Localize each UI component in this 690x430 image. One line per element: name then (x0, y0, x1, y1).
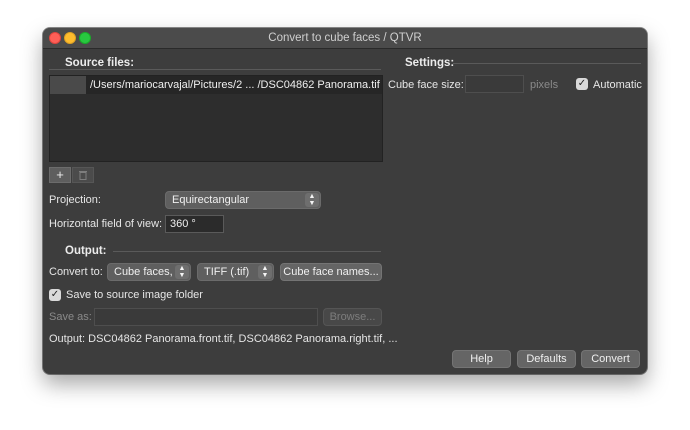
output-divider (113, 251, 381, 252)
settings-title: Settings: (405, 57, 455, 69)
settings-divider (453, 63, 641, 64)
automatic-label: Automatic (593, 79, 642, 91)
convert-type-select[interactable]: Cube faces, ▲ ▼ (107, 263, 191, 281)
convert-button[interactable]: Convert (581, 350, 640, 368)
convert-dialog-window: Convert to cube faces / QTVR Source file… (43, 28, 647, 374)
automatic-checkbox[interactable]: ✓ (576, 78, 588, 90)
save-to-source-label: Save to source image folder (66, 289, 203, 301)
cube-face-size-label: Cube face size: (388, 79, 464, 91)
output-summary: Output: DSC04862 Panorama.front.tif, DSC… (49, 333, 398, 345)
source-divider (49, 69, 381, 70)
defaults-button[interactable]: Defaults (517, 350, 576, 368)
remove-file-button[interactable] (72, 167, 94, 183)
zoom-window-button[interactable] (79, 32, 91, 44)
trash-icon (79, 171, 87, 180)
file-format-select[interactable]: TIFF (.tif) ▲ ▼ (197, 263, 274, 281)
hfov-input[interactable]: 360 ° (165, 215, 224, 233)
pixels-unit-label: pixels (530, 79, 559, 91)
projection-select[interactable]: Equirectangular ▲ ▼ (165, 191, 321, 209)
browse-button[interactable]: Browse... (323, 308, 382, 326)
minimize-window-button[interactable] (64, 32, 76, 44)
chevron-up-down-icon: ▲ ▼ (175, 265, 189, 279)
projection-label: Projection: (49, 194, 101, 206)
convert-type-value: Cube faces, (114, 266, 173, 278)
cube-face-size-input[interactable] (465, 75, 524, 93)
file-thumbnail (50, 76, 86, 94)
add-file-button[interactable]: + (49, 167, 71, 183)
output-title: Output: (65, 245, 107, 257)
source-file-list[interactable]: /Users/mariocarvajal/Pictures/2 ... /DSC… (49, 75, 383, 162)
title-bar: Convert to cube faces / QTVR (43, 28, 647, 49)
save-as-input[interactable] (94, 308, 318, 326)
cube-face-names-button[interactable]: Cube face names... (280, 263, 382, 281)
file-format-value: TIFF (.tif) (204, 266, 250, 278)
chevron-up-down-icon: ▲ ▼ (305, 193, 319, 207)
source-files-title: Source files: (65, 57, 135, 69)
projection-value: Equirectangular (172, 194, 250, 206)
convert-to-label: Convert to: (49, 266, 103, 278)
file-path: /Users/mariocarvajal/Pictures/2 ... /DSC… (90, 79, 380, 91)
hfov-label: Horizontal field of view: (49, 218, 163, 230)
close-window-button[interactable] (49, 32, 61, 44)
save-as-label: Save as: (49, 311, 92, 323)
window-title: Convert to cube faces / QTVR (268, 32, 422, 44)
chevron-up-down-icon: ▲ ▼ (258, 265, 272, 279)
help-button[interactable]: Help (452, 350, 511, 368)
list-item[interactable]: /Users/mariocarvajal/Pictures/2 ... /DSC… (50, 76, 382, 94)
save-to-source-checkbox[interactable]: ✓ (49, 289, 61, 301)
